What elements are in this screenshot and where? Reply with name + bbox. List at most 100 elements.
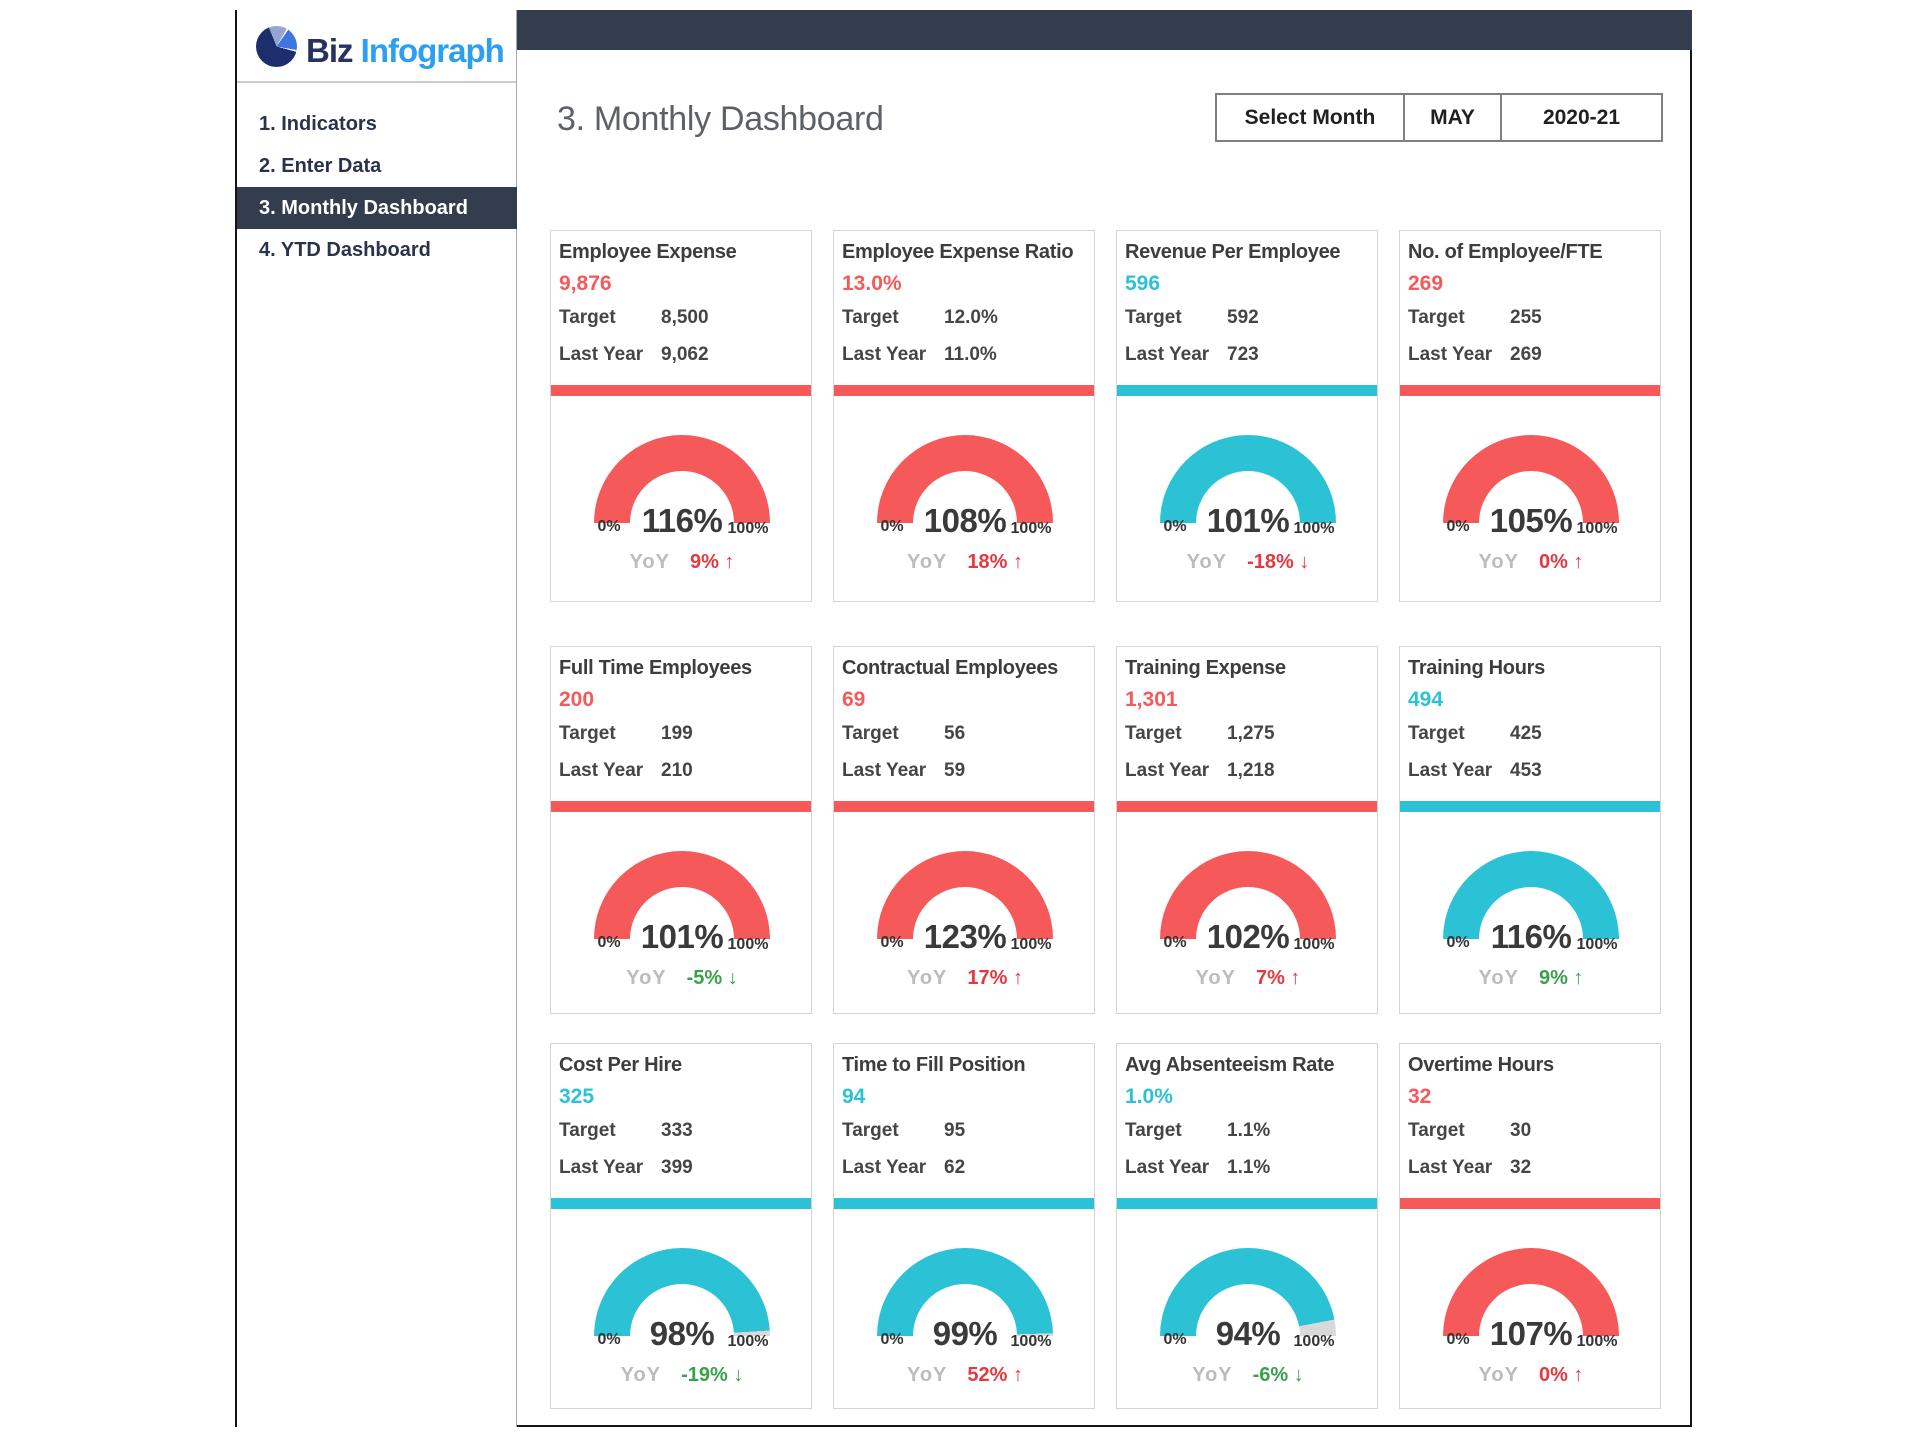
target-value: 30 (1510, 1120, 1532, 1141)
target-value: 95 (944, 1120, 966, 1141)
target-row: Target 1.1% (1125, 1120, 1270, 1142)
month-selector: Select Month MAY 2020-21 (1215, 93, 1663, 142)
yoy-row: YoY 17% ↑ (834, 967, 1096, 990)
sidebar-item-label: 4. YTD Dashboard (259, 239, 431, 261)
last-year-row: Last Year 1,218 (1125, 760, 1275, 782)
accent-divider (1117, 385, 1377, 396)
target-value: 199 (661, 723, 693, 744)
sidebar-item[interactable]: 4. YTD Dashboard (237, 229, 517, 271)
kpi-title: Contractual Employees (842, 657, 1058, 679)
year-value-button[interactable]: 2020-21 (1500, 95, 1661, 140)
kpi-title: Employee Expense (559, 241, 737, 263)
kpi-card: Overtime Hours 32 Target 30 Last Year 32 0… (1399, 1043, 1661, 1409)
last-year-value: 723 (1227, 344, 1259, 365)
accent-divider (1117, 801, 1377, 812)
kpi-current-value: 325 (559, 1085, 595, 1108)
yoy-row: YoY 52% ↑ (834, 1364, 1096, 1387)
last-year-row: Last Year 399 (559, 1157, 693, 1179)
gauge-percent-value: 94% (1215, 1315, 1281, 1352)
accent-divider (834, 385, 1094, 396)
yoy-row: YoY 18% ↑ (834, 551, 1096, 574)
select-month-button[interactable]: Select Month (1217, 95, 1403, 140)
yoy-label: YoY (1478, 1364, 1519, 1386)
yoy-label: YoY (906, 967, 948, 989)
sidebar-item-label: 3. Monthly Dashboard (259, 197, 468, 219)
card-row-3: Cost Per Hire 325 Target 333 Last Year 399… (550, 1043, 1661, 1409)
last-year-value: 11.0% (944, 344, 997, 365)
pie-chart-logo-icon (256, 26, 297, 67)
kpi-card: Cost Per Hire 325 Target 333 Last Year 399… (550, 1043, 812, 1409)
gauge-percent-value: 116% (641, 502, 723, 539)
target-value: 592 (1227, 307, 1259, 328)
yoy-label: YoY (629, 551, 670, 573)
month-value-button[interactable]: MAY (1403, 95, 1500, 140)
yoy-label: YoY (1478, 551, 1519, 573)
kpi-current-value: 13.0% (842, 272, 902, 295)
kpi-card: Avg Absenteeism Rate 1.0% Target 1.1% Las… (1116, 1043, 1378, 1409)
kpi-current-value: 69 (842, 688, 866, 711)
kpi-title: Cost Per Hire (559, 1054, 682, 1076)
target-value: 1,275 (1227, 723, 1275, 744)
target-row: Target 95 (842, 1120, 965, 1142)
yoy-row: YoY -19% ↓ (551, 1364, 813, 1387)
yoy-row: YoY -5% ↓ (551, 967, 813, 990)
kpi-title: Training Hours (1408, 657, 1545, 679)
yoy-row: YoY 9% ↑ (551, 551, 813, 574)
target-label: Target (559, 723, 616, 744)
yoy-value: -6% ↓ (1252, 1364, 1304, 1386)
last-year-label: Last Year (842, 344, 927, 365)
sidebar-item[interactable]: 3. Monthly Dashboard (237, 187, 517, 229)
sidebar: Biz Infograph 1. Indicators 2. Enter Dat… (237, 10, 517, 1427)
target-row: Target 30 (1408, 1120, 1531, 1142)
kpi-current-value: 494 (1408, 688, 1444, 711)
yoy-row: YoY -6% ↓ (1117, 1364, 1379, 1387)
kpi-title: Revenue Per Employee (1125, 241, 1341, 263)
kpi-card: Revenue Per Employee 596 Target 592 Last … (1116, 230, 1378, 602)
target-label: Target (1125, 723, 1182, 744)
target-row: Target 199 (559, 723, 693, 745)
last-year-label: Last Year (559, 344, 644, 365)
last-year-value: 453 (1510, 760, 1542, 781)
yoy-row: YoY 0% ↑ (1400, 1364, 1662, 1387)
top-navy-bar (517, 10, 1692, 50)
brand-name: Biz Infograph (306, 32, 505, 70)
last-year-label: Last Year (842, 760, 927, 781)
last-year-label: Last Year (1408, 344, 1493, 365)
gauge-percent-value: 116% (1490, 918, 1572, 955)
accent-divider (551, 801, 811, 812)
target-label: Target (1408, 307, 1465, 328)
last-year-row: Last Year 11.0% (842, 344, 997, 366)
page-title: 3. Monthly Dashboard (557, 100, 884, 138)
yoy-value: 9% ↑ (1538, 967, 1584, 989)
last-year-row: Last Year 32 (1408, 1157, 1531, 1179)
last-year-label: Last Year (1125, 344, 1210, 365)
last-year-value: 269 (1510, 344, 1542, 365)
sidebar-item[interactable]: 2. Enter Data (237, 145, 517, 187)
target-row: Target 333 (559, 1120, 693, 1142)
last-year-value: 32 (1510, 1157, 1532, 1178)
yoy-value: 0% ↑ (1538, 1364, 1584, 1386)
target-value: 56 (944, 723, 966, 744)
kpi-current-value: 9,876 (559, 272, 612, 295)
kpi-title: Training Expense (1125, 657, 1286, 679)
gauge-percent-value: 105% (1489, 502, 1573, 539)
sidebar-item[interactable]: 1. Indicators (237, 103, 517, 145)
kpi-current-value: 32 (1408, 1085, 1432, 1108)
target-label: Target (1125, 307, 1182, 328)
target-label: Target (1408, 1120, 1465, 1141)
yoy-row: YoY -18% ↓ (1117, 551, 1379, 574)
last-year-row: Last Year 269 (1408, 344, 1542, 366)
last-year-value: 62 (944, 1157, 966, 1178)
last-year-label: Last Year (559, 1157, 644, 1178)
gauge-percent-value: 98% (649, 1315, 715, 1352)
gauge-percent-value: 123% (923, 918, 1007, 955)
target-label: Target (842, 723, 899, 744)
accent-divider (834, 1198, 1094, 1209)
kpi-card: Full Time Employees 200 Target 199 Last Y… (550, 646, 812, 1014)
yoy-value: -5% ↓ (686, 967, 738, 989)
yoy-label: YoY (906, 1364, 948, 1386)
last-year-label: Last Year (1408, 760, 1493, 781)
target-value: 1.1% (1227, 1120, 1271, 1141)
yoy-label: YoY (620, 1364, 662, 1386)
last-year-value: 1,218 (1227, 760, 1275, 781)
